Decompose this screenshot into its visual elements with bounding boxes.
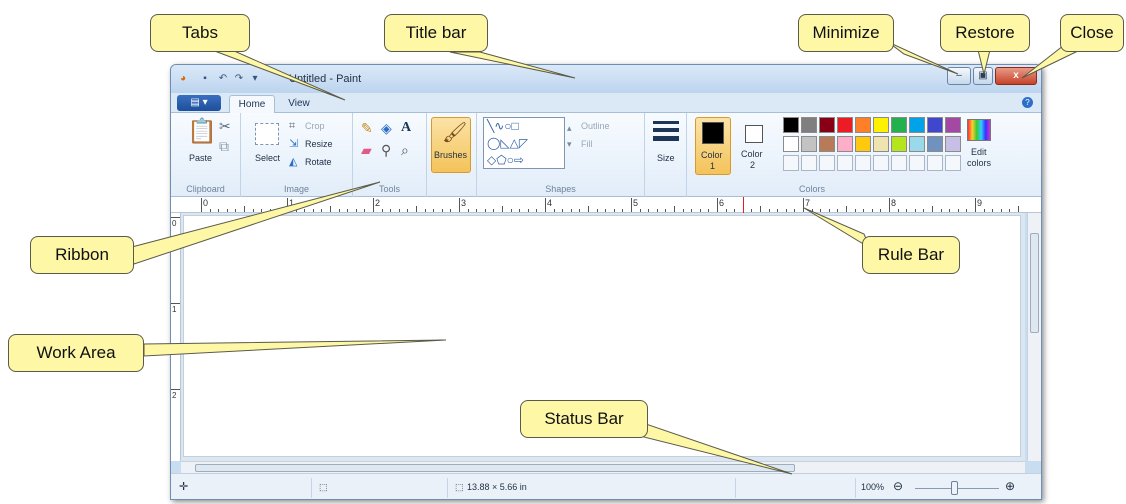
close-callout: Close — [1060, 14, 1124, 52]
rule-bar-callout: Rule Bar — [862, 236, 960, 274]
rule-bar-pointer — [803, 207, 872, 250]
status-bar-pointer — [630, 423, 793, 475]
work-area-pointer — [143, 339, 447, 357]
work-area-callout: Work Area — [8, 334, 144, 372]
restore-callout: Restore — [940, 14, 1030, 52]
status-bar-callout: Status Bar — [520, 400, 648, 438]
title-bar-pointer — [449, 51, 576, 79]
restore-pointer — [977, 49, 991, 75]
annotated-paint-figure: ◕ ▪ ↶ ↷ ▾ Untitled - Paint ‒ ▣ x ▤ ▾ Hom… — [0, 0, 1126, 504]
minimize-callout: Minimize — [798, 14, 894, 52]
tabs-callout: Tabs — [150, 14, 250, 52]
ribbon-pointer — [127, 181, 381, 265]
ribbon-callout: Ribbon — [30, 236, 134, 274]
tabs-pointer — [211, 49, 346, 101]
title-bar-callout: Title bar — [384, 14, 488, 52]
